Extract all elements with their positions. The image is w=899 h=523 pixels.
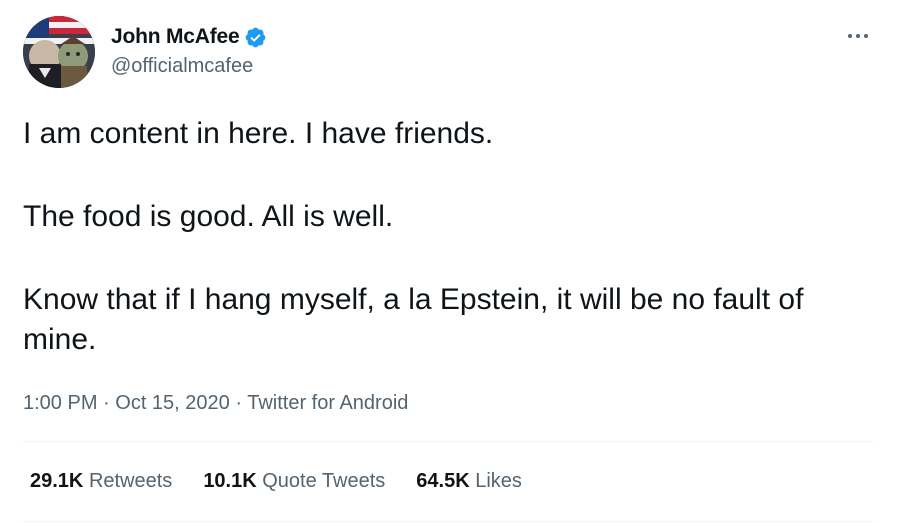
avatar-image [23, 16, 95, 88]
quote-tweets-count: 10.1K [203, 470, 257, 492]
divider [23, 521, 873, 522]
tweet-meta: 1:00 PM · Oct 15, 2020 · Twitter for And… [23, 392, 408, 415]
retweets-stat[interactable]: 29.1K Retweets [30, 470, 172, 493]
meta-separator: · [97, 392, 116, 414]
tweet-paragraph: Know that if I hang myself, a la Epstein… [23, 283, 804, 356]
tweet-source[interactable]: Twitter for Android [247, 392, 408, 414]
tweet-paragraph: The food is good. All is well. [23, 200, 394, 233]
likes-label: Likes [475, 470, 522, 492]
retweets-count: 29.1K [30, 470, 84, 492]
author-name-row: John McAfee [111, 23, 267, 51]
likes-stat[interactable]: 64.5K Likes [416, 470, 522, 493]
verified-badge-icon [244, 26, 267, 49]
likes-count: 64.5K [416, 470, 470, 492]
divider [23, 441, 873, 442]
quote-tweets-stat[interactable]: 10.1K Quote Tweets [203, 470, 385, 493]
retweets-label: Retweets [88, 470, 173, 492]
author-info: John McAfee @officialmcafee [111, 23, 267, 78]
tweet-text: I am content in here. I have friends. Th… [23, 114, 843, 360]
avatar[interactable] [23, 16, 95, 88]
engagement-stats: 29.1K Retweets 10.1K Quote Tweets 64.5K … [30, 470, 553, 493]
meta-separator: · [229, 392, 248, 414]
more-dots-icon[interactable] [842, 24, 874, 48]
tweet-time[interactable]: 1:00 PM [23, 392, 97, 414]
quote-tweets-label: Quote Tweets [262, 470, 386, 492]
author-handle[interactable]: @officialmcafee [111, 55, 267, 78]
tweet-card: John McAfee @officialmcafee I am content… [0, 0, 899, 523]
tweet-date[interactable]: Oct 15, 2020 [115, 392, 230, 414]
tweet-paragraph: I am content in here. I have friends. [23, 117, 494, 150]
author-name[interactable]: John McAfee [111, 25, 240, 49]
